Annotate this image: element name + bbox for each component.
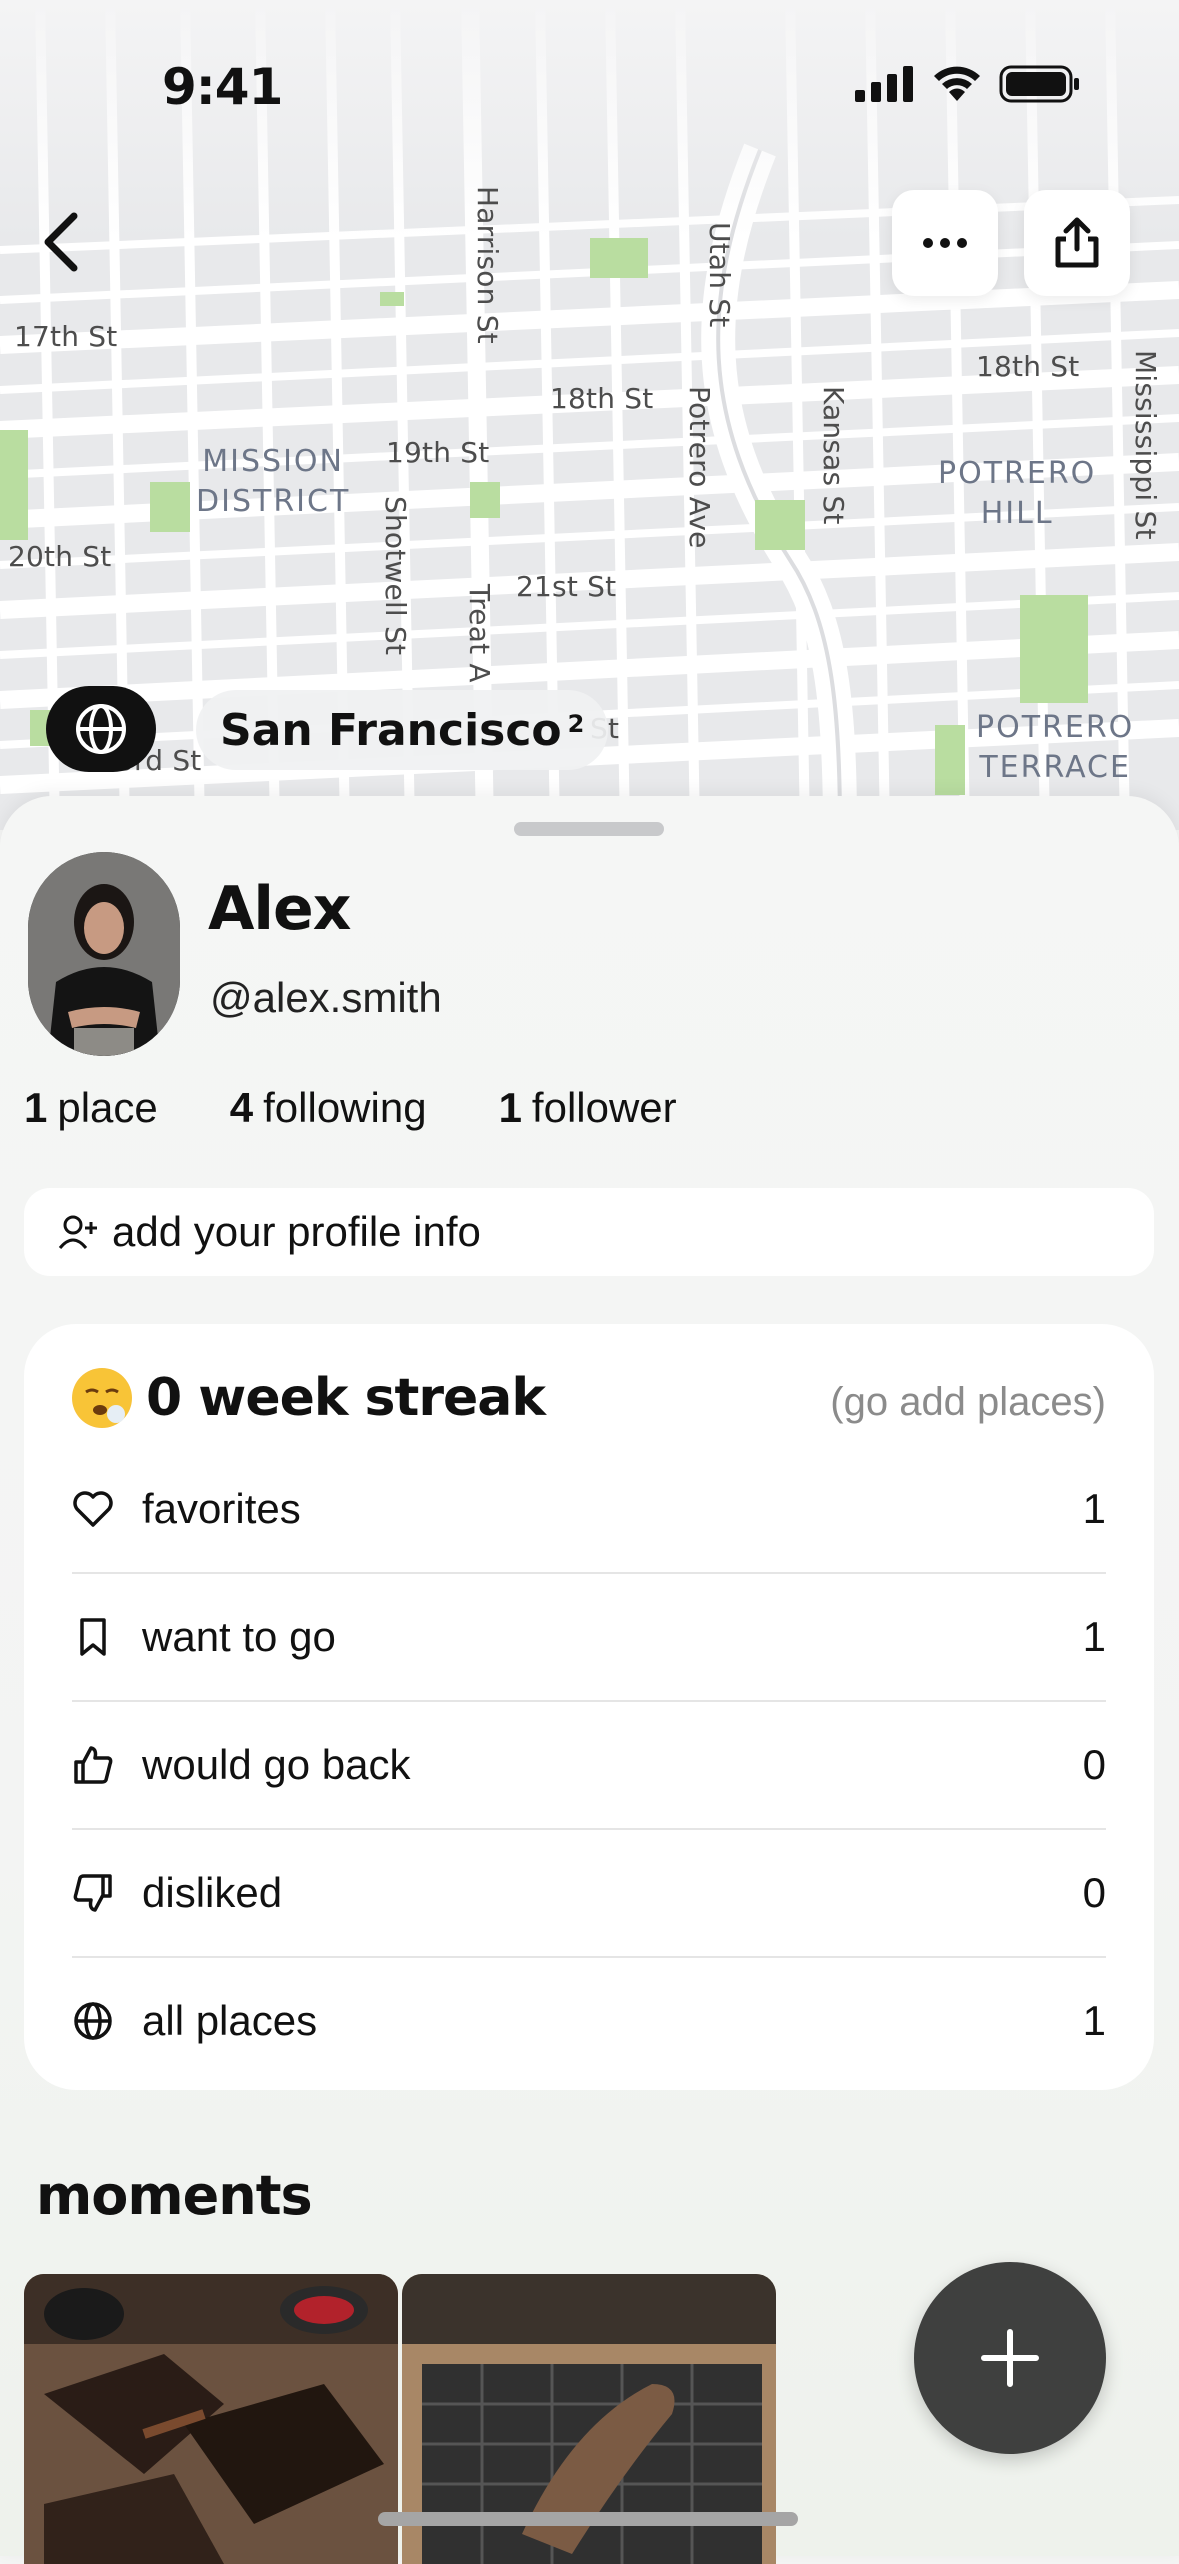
list-count: 1 xyxy=(1082,1997,1106,2044)
profile-name: Alex xyxy=(208,874,351,944)
status-time: 9:41 xyxy=(162,58,283,116)
share-button[interactable] xyxy=(1024,190,1130,296)
lists: favorites 1 want to go 1 would go back 0 xyxy=(72,1446,1106,2084)
list-count: 1 xyxy=(1082,1485,1106,1532)
ellipsis-icon xyxy=(923,238,967,248)
stat-followers[interactable]: 1 follower xyxy=(499,1084,677,1132)
stat-places[interactable]: 1 place xyxy=(24,1084,158,1132)
globe-icon xyxy=(72,2000,118,2042)
list-count: 1 xyxy=(1082,1613,1106,1660)
street-label: Kansas St xyxy=(817,386,850,525)
list-label: want to go xyxy=(142,1613,336,1660)
more-options-button[interactable] xyxy=(892,190,998,296)
profile-stats: 1 place 4 following 1 follower xyxy=(24,1084,749,1132)
streak-header: 0 week streak xyxy=(72,1368,546,1428)
city-count: 2 xyxy=(567,710,585,738)
plus-icon xyxy=(981,2329,1039,2387)
tired-face-emoji xyxy=(72,1368,132,1428)
moment-photo[interactable] xyxy=(24,2274,398,2564)
street-label: Shotwell St xyxy=(379,496,412,656)
cellular-signal-icon xyxy=(855,66,913,102)
street-label: Harrison St xyxy=(471,186,504,344)
list-label: would go back xyxy=(142,1741,411,1788)
street-label: Utah St xyxy=(703,222,736,328)
stat-following[interactable]: 4 following xyxy=(230,1084,427,1132)
person-add-icon xyxy=(58,1214,98,1250)
moments-title: moments xyxy=(36,2164,313,2227)
go-add-places-link[interactable]: (go add places) xyxy=(830,1380,1106,1425)
bookmark-icon xyxy=(72,1616,118,1658)
street-label: 18th St xyxy=(976,350,1080,383)
thumbs-up-icon xyxy=(72,1744,118,1786)
add-button[interactable] xyxy=(914,2262,1106,2454)
home-indicator xyxy=(378,2512,798,2526)
district-label: POTRERO TERRACE xyxy=(976,710,1135,785)
street-label: 19th St xyxy=(386,436,490,469)
sheet-grabber[interactable] xyxy=(514,822,664,836)
streak-card: 0 week streak (go add places) favorites … xyxy=(24,1324,1154,2090)
list-count: 0 xyxy=(1082,1741,1106,1788)
list-label: all places xyxy=(142,1997,318,2044)
street-label: Mississippi St xyxy=(1129,350,1162,540)
heart-icon xyxy=(72,1490,118,1528)
chevron-left-icon xyxy=(44,212,78,272)
list-label: disliked xyxy=(142,1869,283,1916)
avatar[interactable] xyxy=(28,852,180,1056)
status-icons xyxy=(855,64,1081,104)
list-label: favorites xyxy=(142,1485,301,1532)
back-button[interactable] xyxy=(30,200,94,284)
list-favorites[interactable]: favorites 1 xyxy=(72,1446,1106,1574)
city-selector[interactable]: San Francisco 2 xyxy=(196,690,609,770)
street-label: Potrero Ave xyxy=(683,386,716,549)
globe-toggle-button[interactable] xyxy=(46,686,156,772)
list-all-places[interactable]: all places 1 xyxy=(72,1958,1106,2084)
globe-icon xyxy=(76,704,126,754)
add-profile-info-label: add your profile info xyxy=(112,1208,481,1255)
street-label: 17th St xyxy=(14,320,118,353)
list-count: 0 xyxy=(1082,1869,1106,1916)
street-label: 20th St xyxy=(8,540,112,573)
list-would-go-back[interactable]: would go back 0 xyxy=(72,1702,1106,1830)
street-label: 21st St xyxy=(516,570,617,603)
profile-handle: @alex.smith xyxy=(210,974,442,1021)
thumbs-down-icon xyxy=(72,1872,118,1914)
district-label: MISSION DISTRICT xyxy=(196,444,351,519)
share-icon xyxy=(1055,217,1099,268)
street-label: Treat A xyxy=(463,584,496,683)
profile-sheet: Alex @alex.smith 1 place 4 following 1 foll… xyxy=(0,796,1179,2564)
district-label: POTRERO HILL xyxy=(938,456,1097,531)
street-label: 18th St xyxy=(550,382,654,415)
add-profile-info-button[interactable]: add your profile info xyxy=(24,1188,1154,1276)
list-want-to-go[interactable]: want to go 1 xyxy=(72,1574,1106,1702)
list-disliked[interactable]: disliked 0 xyxy=(72,1830,1106,1958)
streak-title: 0 week streak xyxy=(146,1368,546,1428)
city-name: San Francisco xyxy=(220,704,562,756)
battery-icon xyxy=(999,65,1079,103)
wifi-icon xyxy=(934,66,980,101)
